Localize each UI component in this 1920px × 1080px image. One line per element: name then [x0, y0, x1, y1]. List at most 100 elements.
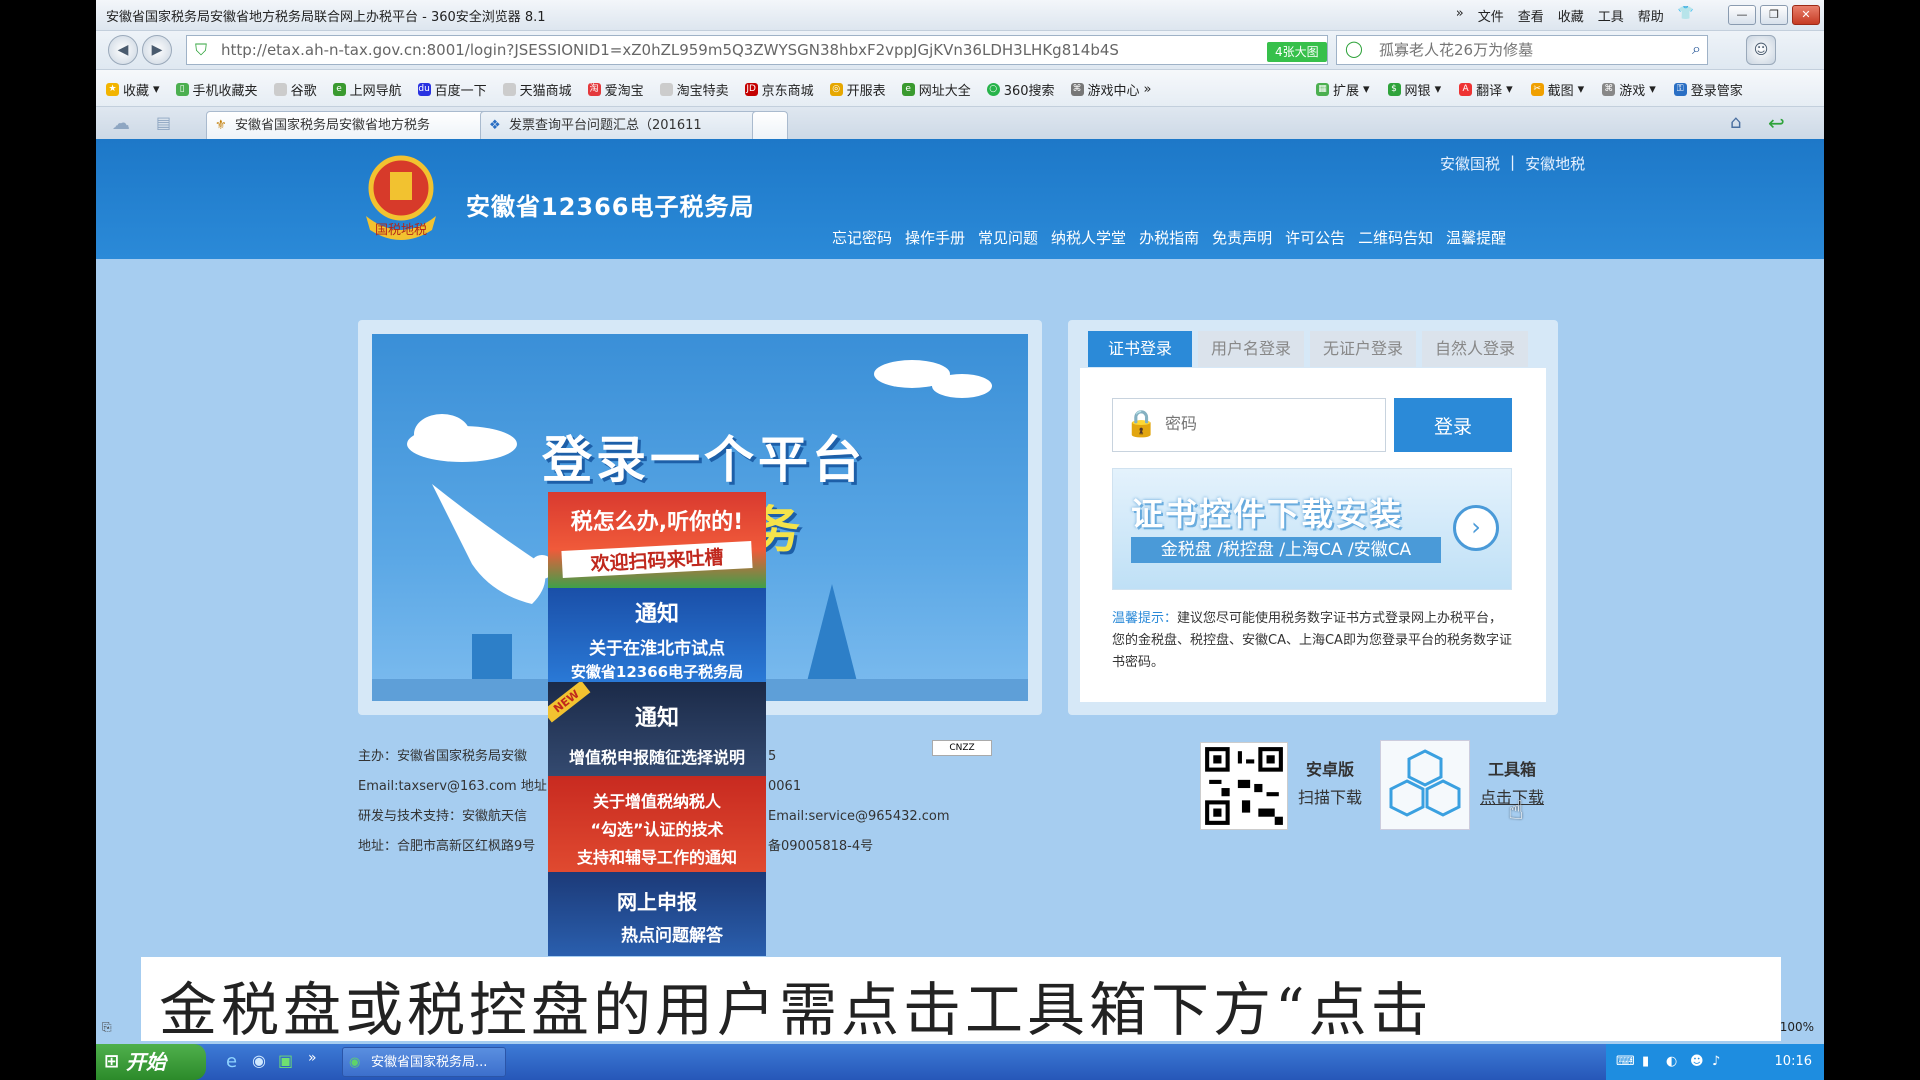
- search-icon[interactable]: ⌕: [1692, 39, 1701, 59]
- bookmark-mobile[interactable]: ▯ 手机收藏夹: [175, 80, 258, 99]
- nav-guide[interactable]: 办税指南: [1139, 227, 1199, 248]
- tab-username-login[interactable]: 用户名登录: [1198, 331, 1304, 367]
- image-badge[interactable]: 4张大图: [1267, 42, 1327, 62]
- emblem-favicon-icon: ⚜: [215, 118, 227, 133]
- cnzz-badge[interactable]: CNZZ: [932, 740, 992, 756]
- top-nav: 忘记密码 操作手册 常见问题 纳税人学堂 办税指南 免责声明 许可公告 二维码告…: [832, 227, 1506, 248]
- tab-invoice-query[interactable]: ❖ 发票查询平台问题汇总（201611 ✕: [480, 111, 778, 139]
- undo-close-icon[interactable]: ↩: [1768, 111, 1785, 135]
- notice-title: 通知: [634, 706, 679, 731]
- login-button[interactable]: 登录: [1394, 398, 1512, 452]
- toolbar-bank[interactable]: $ 网银 ▾: [1387, 80, 1441, 99]
- double-chevron-icon[interactable]: »: [308, 1050, 317, 1066]
- search-engine-icon[interactable]: ◯: [1345, 39, 1363, 58]
- cloud-icon[interactable]: ☁: [112, 113, 130, 134]
- bookmark-360search[interactable]: ○ 360搜索: [986, 80, 1055, 99]
- nav-manual[interactable]: 操作手册: [905, 227, 965, 248]
- menu-help[interactable]: 帮助: [1638, 6, 1664, 25]
- bookmark-aitaobao[interactable]: 淘爱淘宝: [587, 80, 644, 99]
- login-tabs: 证书登录 用户名登录 无证户登录 自然人登录: [1088, 331, 1528, 367]
- arrow-right-icon[interactable]: ›: [1453, 505, 1499, 551]
- volume-icon[interactable]: ♪: [1712, 1044, 1720, 1080]
- bookmark-google[interactable]: 谷歌: [273, 80, 317, 99]
- notice-feedback[interactable]: 税怎么办,听你的! 欢迎扫码来吐槽: [548, 492, 766, 588]
- footer-line-1: 主办：安徽省国家税务局安徽: [358, 749, 528, 764]
- sidebar-icon[interactable]: ▤: [156, 113, 171, 132]
- android-sub: 扫描下载: [1298, 788, 1363, 807]
- toolbox-cubes-icon[interactable]: [1380, 740, 1470, 830]
- tab-cert-login[interactable]: 证书登录: [1088, 331, 1192, 367]
- menu-file[interactable]: 文件: [1478, 6, 1504, 25]
- notice-vat-select[interactable]: 关于增值税纳税人 “勾选”认证的技术 支持和辅导工作的通知: [548, 776, 766, 872]
- bookmark-jd[interactable]: JD 京东商城: [744, 80, 814, 99]
- bookmark-game-center[interactable]: ⌘ 游戏中心 »: [1070, 80, 1152, 99]
- notice-online-filing[interactable]: 网上申报 热点问题解答: [548, 872, 766, 956]
- tab-natural-person-login[interactable]: 自然人登录: [1422, 331, 1528, 367]
- search-input[interactable]: [1377, 40, 1681, 60]
- double-chevron-icon[interactable]: »: [1456, 6, 1464, 25]
- browser-quick-icon[interactable]: ◉: [252, 1051, 266, 1070]
- nav-reminder[interactable]: 温馨提醒: [1446, 227, 1506, 248]
- bookmark-server-list[interactable]: ◎ 开服表: [829, 80, 886, 99]
- toolbar-games[interactable]: ⌘ 游戏 ▾: [1602, 80, 1656, 99]
- bookmark-baidu[interactable]: du 百度一下: [417, 80, 487, 99]
- home-icon[interactable]: ⌂: [1730, 112, 1741, 133]
- clock[interactable]: 10:16: [1775, 1044, 1812, 1080]
- network-icon[interactable]: ◐: [1666, 1044, 1677, 1080]
- menu-tools[interactable]: 工具: [1598, 6, 1624, 25]
- status-page-icon[interactable]: ⎘: [102, 1020, 112, 1035]
- bookmark-nav[interactable]: e 上网导航: [332, 80, 402, 99]
- nav-faq[interactable]: 常见问题: [978, 227, 1038, 248]
- toolbar-extensions[interactable]: ▦ 扩展 ▾: [1316, 80, 1370, 99]
- battery-icon[interactable]: ▮: [1642, 1044, 1649, 1080]
- user-avatar-icon[interactable]: ☺: [1746, 35, 1776, 65]
- paw-icon: du: [417, 83, 431, 96]
- notice-huaibei[interactable]: 通知 关于在淮北市试点 安徽省12366电子税务局: [548, 588, 766, 682]
- lock-icon: 🔒: [1125, 409, 1158, 439]
- password-input[interactable]: [1163, 413, 1367, 434]
- link-anhui-local-tax[interactable]: 安徽地税: [1525, 153, 1585, 174]
- search-box[interactable]: ◯ ⌕: [1336, 35, 1708, 65]
- nav-license[interactable]: 许可公告: [1285, 227, 1345, 248]
- toolbar-translate[interactable]: A 翻译 ▾: [1459, 80, 1513, 99]
- start-button[interactable]: ⊞ 开始: [96, 1044, 206, 1080]
- new-tab-button[interactable]: [752, 111, 788, 139]
- toolbar-screenshot[interactable]: ✂ 截图 ▾: [1530, 80, 1584, 99]
- notice-sub: 增值税申报随征选择说明: [568, 748, 745, 767]
- cert-download-banner[interactable]: 证书控件下载安装 金税盘 /税控盘 /上海CA /安徽CA ›: [1112, 468, 1512, 590]
- zoom-level[interactable]: 100%: [1780, 1020, 1814, 1034]
- tax-emblem-logo[interactable]: 国税地税: [358, 154, 444, 242]
- keyboard-icon[interactable]: ⌨: [1616, 1044, 1635, 1080]
- password-field[interactable]: 🔒: [1112, 398, 1386, 452]
- bookmark-site-directory[interactable]: e 网址大全: [901, 80, 971, 99]
- tab-no-cert-login[interactable]: 无证户登录: [1310, 331, 1416, 367]
- link-anhui-national-tax[interactable]: 安徽国税: [1440, 153, 1500, 174]
- menu-view[interactable]: 查看: [1518, 6, 1544, 25]
- restore-button[interactable]: ❐: [1760, 5, 1788, 25]
- forward-button[interactable]: ▶: [142, 35, 172, 65]
- star-icon: ★: [106, 83, 119, 96]
- desktop-icon[interactable]: ▣: [278, 1051, 293, 1070]
- bookmark-tmall[interactable]: 天猫商城: [502, 80, 572, 99]
- nav-qrcode-notice[interactable]: 二维码告知: [1358, 227, 1433, 248]
- toolbar-login-manager[interactable]: ⚿ 登录管家: [1673, 80, 1743, 99]
- notice-vat-declaration[interactable]: NEW 通知 增值税申报随征选择说明: [548, 682, 766, 776]
- menu-favorites[interactable]: 收藏: [1558, 6, 1584, 25]
- windows-logo-icon: ⊞: [104, 1051, 120, 1072]
- ie-icon[interactable]: e: [226, 1051, 237, 1072]
- bookmark-favorites[interactable]: ★ 收藏 ▾: [106, 80, 160, 99]
- nav-forgot-password[interactable]: 忘记密码: [832, 227, 892, 248]
- nav-taxpayer-school[interactable]: 纳税人学堂: [1051, 227, 1126, 248]
- close-window-button[interactable]: ✕: [1792, 5, 1820, 25]
- bookmark-taobao-sale[interactable]: 淘宝特卖: [659, 80, 729, 99]
- url-text[interactable]: http://etax.ah-n-tax.gov.cn:8001/login?J…: [221, 41, 1171, 59]
- taskbar-item-browser[interactable]: ◉ 安徽省国家税务局...: [342, 1047, 506, 1077]
- shirt-icon[interactable]: 👕: [1678, 6, 1694, 25]
- url-field[interactable]: ⛉ http://etax.ah-n-tax.gov.cn:8001/login…: [186, 35, 1405, 65]
- tab-etax[interactable]: ⚜ 安徽省国家税务局安徽省地方税务 ✕: [206, 111, 504, 139]
- nav-disclaimer[interactable]: 免责声明: [1212, 227, 1272, 248]
- footer-right-3[interactable]: Email:service@965432.com: [768, 802, 950, 832]
- back-button[interactable]: ◀: [108, 35, 138, 65]
- users-icon[interactable]: ☻: [1690, 1044, 1704, 1080]
- minimize-button[interactable]: —: [1728, 5, 1756, 25]
